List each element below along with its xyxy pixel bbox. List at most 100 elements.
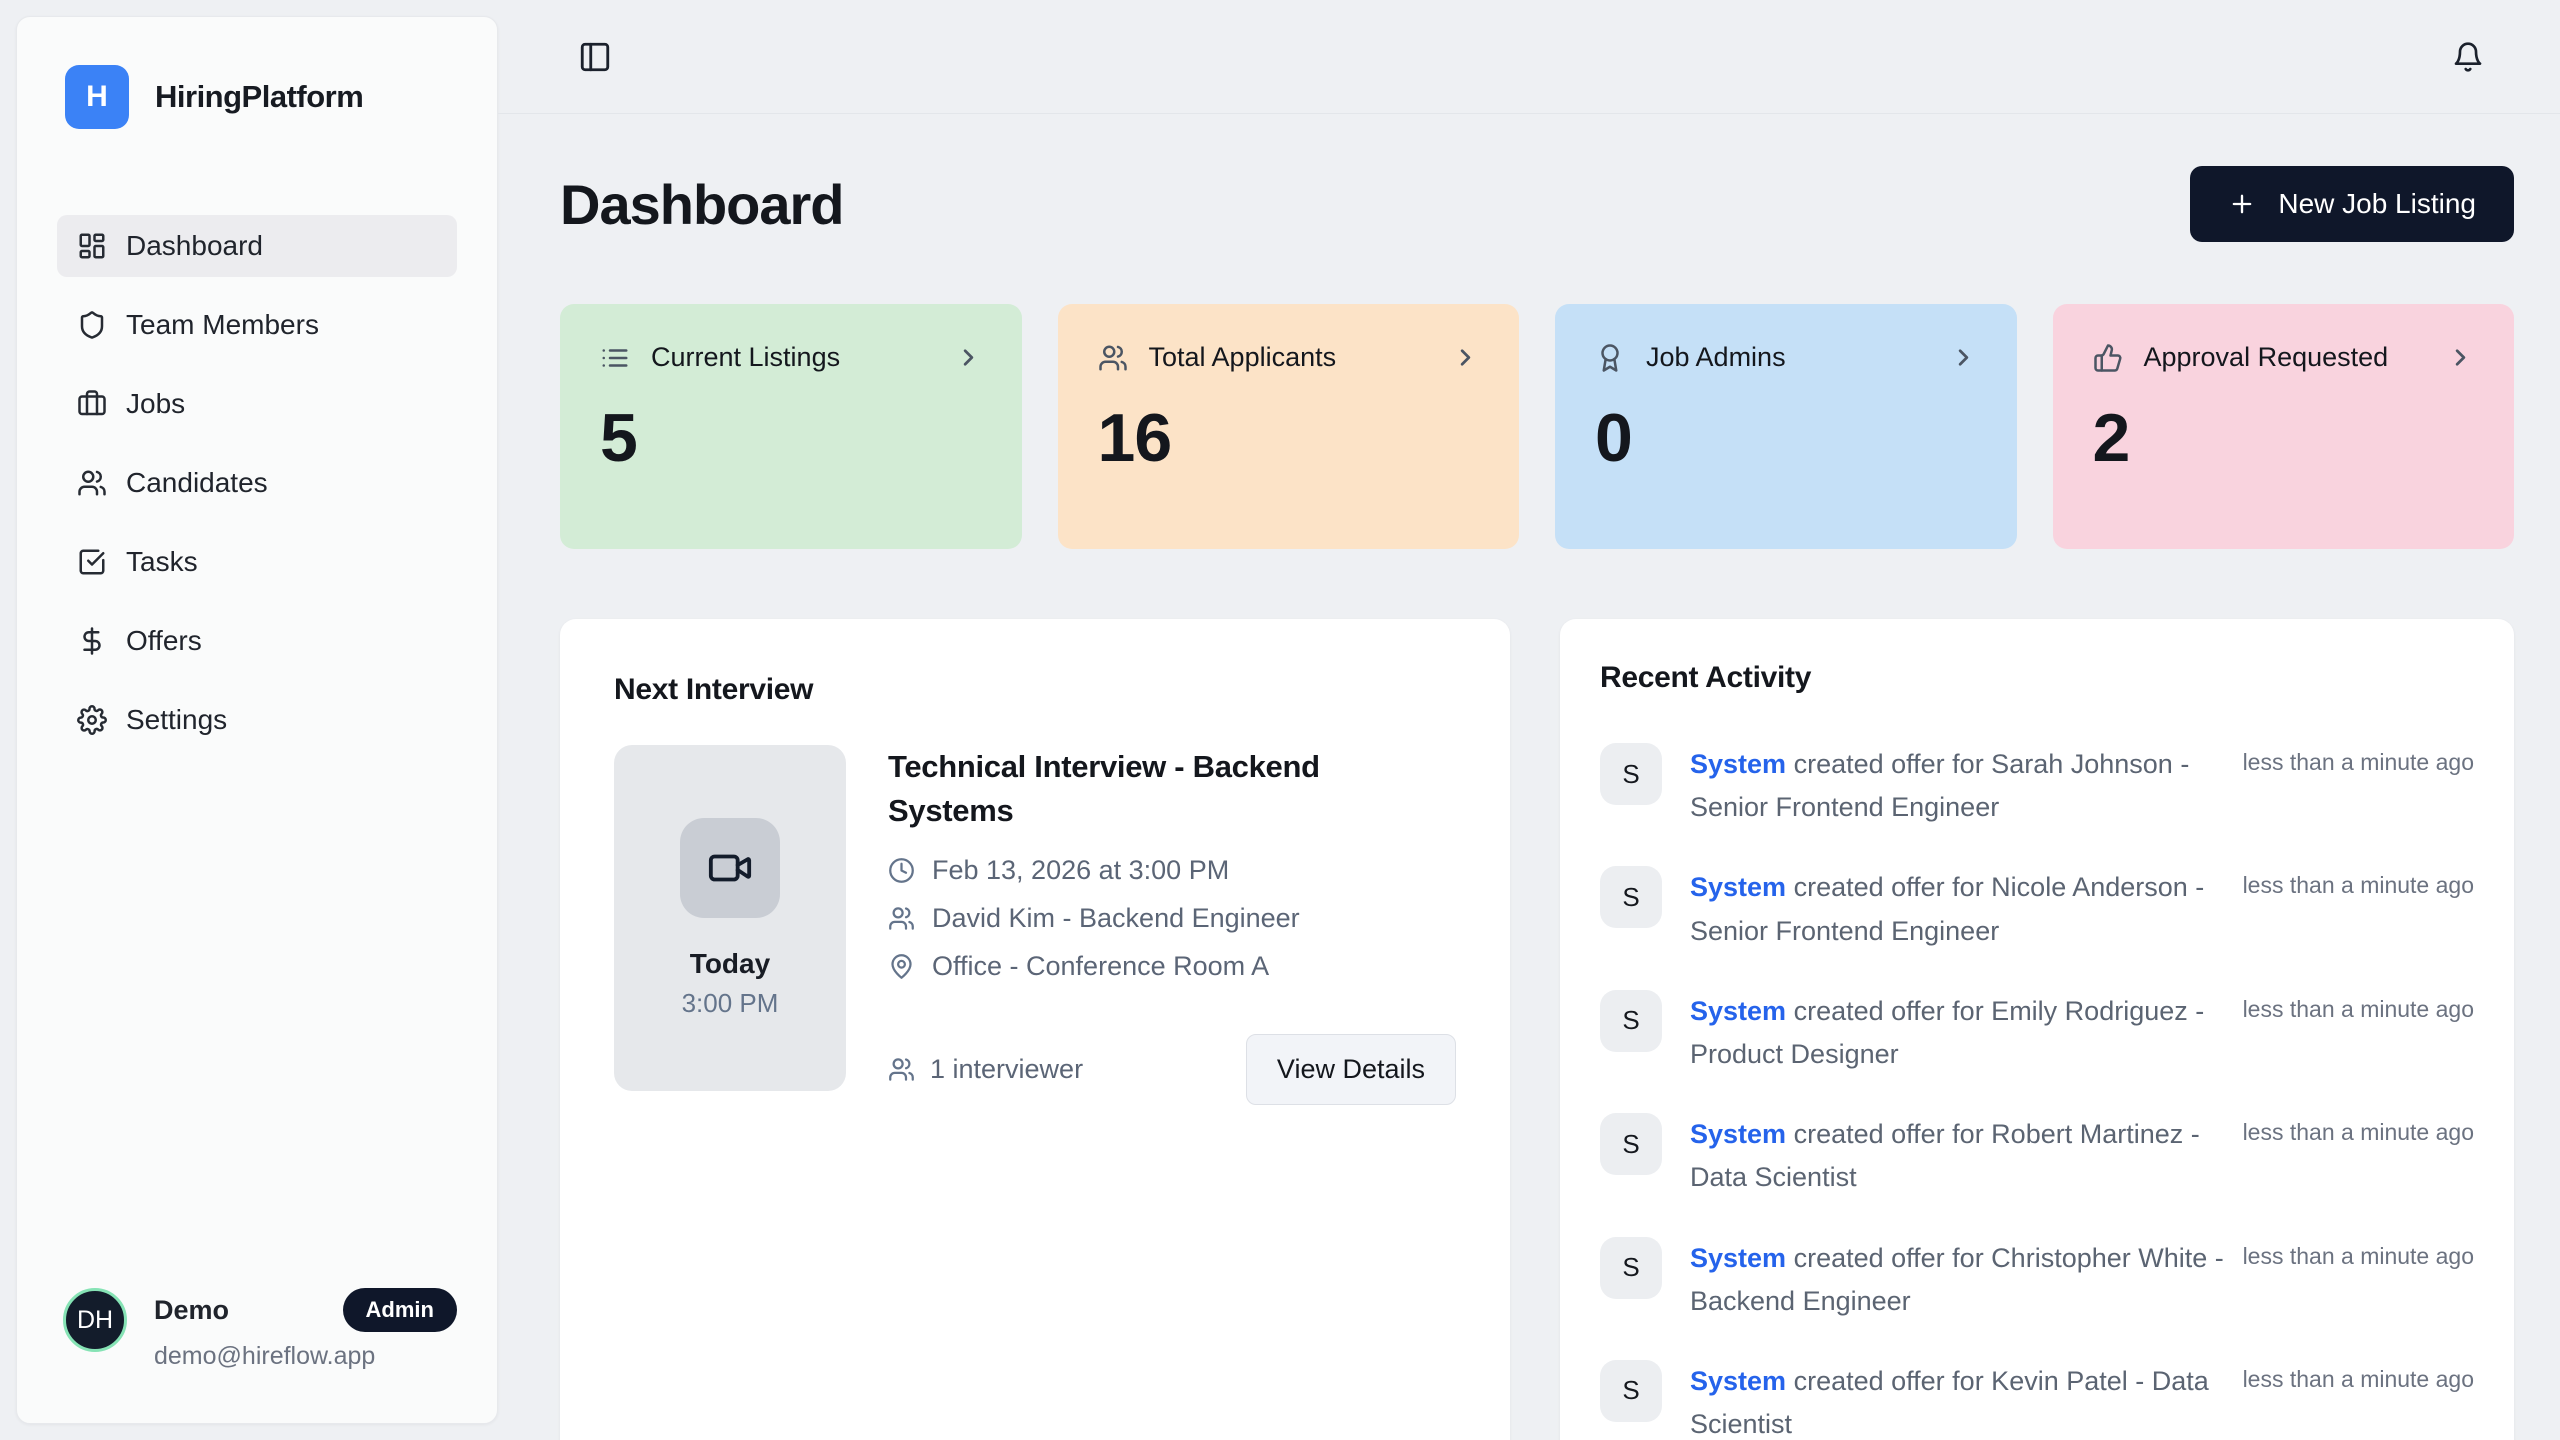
stat-card-current-listings[interactable]: Current Listings 5 <box>560 304 1022 549</box>
next-interview-card: Next Interview Today 3:00 PM Technical I… <box>560 619 1510 1440</box>
chevron-right-icon <box>1950 344 1977 371</box>
sidebar-item-dashboard[interactable]: Dashboard <box>57 215 457 277</box>
activity-actor-link[interactable]: System <box>1690 1119 1786 1149</box>
sidebar-item-candidates[interactable]: Candidates <box>57 452 457 514</box>
activity-item: S System created offer for Nicole Anders… <box>1600 866 2474 952</box>
stat-label: Job Admins <box>1646 342 1786 373</box>
notifications-button[interactable] <box>2452 41 2484 73</box>
activity-actor-link[interactable]: System <box>1690 872 1786 902</box>
activity-actor-link[interactable]: System <box>1690 749 1786 779</box>
recent-activity-card: Recent Activity S System created offer f… <box>1560 619 2514 1440</box>
stat-cards: Current Listings 5 Total Applicants 16 <box>560 304 2514 549</box>
user-email: demo@hireflow.app <box>154 1342 457 1371</box>
chevron-right-icon <box>955 344 982 371</box>
map-pin-icon <box>888 953 915 980</box>
stat-value: 16 <box>1098 399 1480 477</box>
users-icon <box>888 905 915 932</box>
thumbs-up-icon <box>2093 343 2123 373</box>
list-icon <box>600 343 630 373</box>
activity-timestamp: less than a minute ago <box>2243 1360 2474 1393</box>
activity-item: S System created offer for Sarah Johnson… <box>1600 743 2474 829</box>
interview-datetime-row: Feb 13, 2026 at 3:00 PM <box>888 855 1456 886</box>
activity-list: S System created offer for Sarah Johnson… <box>1600 743 2474 1440</box>
view-details-button[interactable]: View Details <box>1246 1034 1456 1105</box>
sidebar-item-settings[interactable]: Settings <box>57 689 457 751</box>
activity-timestamp: less than a minute ago <box>2243 1113 2474 1146</box>
square-check-icon <box>77 547 107 577</box>
users-icon <box>888 1056 915 1083</box>
gear-icon <box>77 705 107 735</box>
activity-timestamp: less than a minute ago <box>2243 743 2474 776</box>
recent-activity-heading: Recent Activity <box>1600 661 2474 695</box>
interview-title: Technical Interview - Backend Systems <box>888 745 1358 833</box>
shield-icon <box>77 310 107 340</box>
sidebar-item-label: Dashboard <box>126 230 263 262</box>
activity-avatar: S <box>1600 1360 1662 1422</box>
sidebar-item-label: Jobs <box>126 388 185 420</box>
sidebar-item-label: Settings <box>126 704 227 736</box>
dollar-icon <box>77 626 107 656</box>
activity-item: S System created offer for Robert Martin… <box>1600 1113 2474 1199</box>
stat-card-job-admins[interactable]: Job Admins 0 <box>1555 304 2017 549</box>
stat-card-total-applicants[interactable]: Total Applicants 16 <box>1058 304 1520 549</box>
activity-avatar: S <box>1600 1113 1662 1175</box>
activity-timestamp: less than a minute ago <box>2243 1237 2474 1270</box>
sidebar-user[interactable]: DH Demo Admin demo@hireflow.app <box>63 1288 457 1371</box>
activity-avatar: S <box>1600 1237 1662 1299</box>
sidebar-item-label: Team Members <box>126 309 319 341</box>
interview-date-tile: Today 3:00 PM <box>614 745 846 1091</box>
sidebar-item-tasks[interactable]: Tasks <box>57 531 457 593</box>
stat-label: Current Listings <box>651 342 840 373</box>
activity-item: S System created offer for Emily Rodrigu… <box>1600 990 2474 1076</box>
interviewer-count: 1 interviewer <box>888 1054 1083 1085</box>
sidebar-item-offers[interactable]: Offers <box>57 610 457 672</box>
layout-dashboard-icon <box>77 231 107 261</box>
activity-avatar: S <box>1600 990 1662 1052</box>
sidebar-item-label: Candidates <box>126 467 268 499</box>
users-icon <box>77 468 107 498</box>
stat-label: Approval Requested <box>2144 342 2389 373</box>
activity-timestamp: less than a minute ago <box>2243 990 2474 1023</box>
topbar <box>498 0 2560 114</box>
stat-value: 2 <box>2093 399 2475 477</box>
sidebar-item-label: Offers <box>126 625 202 657</box>
brand-name: HiringPlatform <box>155 79 363 115</box>
activity-avatar: S <box>1600 743 1662 805</box>
award-icon <box>1595 343 1625 373</box>
sidebar-item-team-members[interactable]: Team Members <box>57 294 457 356</box>
stat-label: Total Applicants <box>1149 342 1337 373</box>
clock-icon <box>888 857 915 884</box>
activity-actor-link[interactable]: System <box>1690 1366 1786 1396</box>
activity-actor-link[interactable]: System <box>1690 1243 1786 1273</box>
avatar: DH <box>63 1288 127 1352</box>
panel-left-icon <box>578 40 612 74</box>
sidebar-nav: Dashboard Team Members Jobs Candidates T… <box>17 215 497 751</box>
video-icon <box>680 818 780 918</box>
activity-item: S System created offer for Kevin Patel -… <box>1600 1360 2474 1440</box>
sidebar: H HiringPlatform Dashboard Team Members … <box>16 16 498 1424</box>
bell-icon <box>2452 41 2484 73</box>
role-badge: Admin <box>343 1288 457 1332</box>
activity-item: S System created offer for Christopher W… <box>1600 1237 2474 1323</box>
main-content: Dashboard New Job Listing Current Listin… <box>498 114 2560 1440</box>
chevron-right-icon <box>1452 344 1479 371</box>
chevron-right-icon <box>2447 344 2474 371</box>
brand: H HiringPlatform <box>17 17 497 129</box>
activity-timestamp: less than a minute ago <box>2243 866 2474 899</box>
activity-avatar: S <box>1600 866 1662 928</box>
user-name: Demo <box>154 1295 229 1326</box>
sidebar-item-jobs[interactable]: Jobs <box>57 373 457 435</box>
interview-time: 3:00 PM <box>682 988 779 1019</box>
stat-value: 0 <box>1595 399 1977 477</box>
next-interview-heading: Next Interview <box>614 673 1456 707</box>
interview-location-row: Office - Conference Room A <box>888 951 1456 982</box>
sidebar-toggle-button[interactable] <box>578 40 612 74</box>
stat-value: 5 <box>600 399 982 477</box>
stat-card-approval-requested[interactable]: Approval Requested 2 <box>2053 304 2515 549</box>
new-job-listing-button[interactable]: New Job Listing <box>2190 166 2514 242</box>
page-title: Dashboard <box>560 172 844 237</box>
sidebar-item-label: Tasks <box>126 546 198 578</box>
briefcase-icon <box>77 389 107 419</box>
activity-actor-link[interactable]: System <box>1690 996 1786 1026</box>
interview-candidate-row: David Kim - Backend Engineer <box>888 903 1456 934</box>
